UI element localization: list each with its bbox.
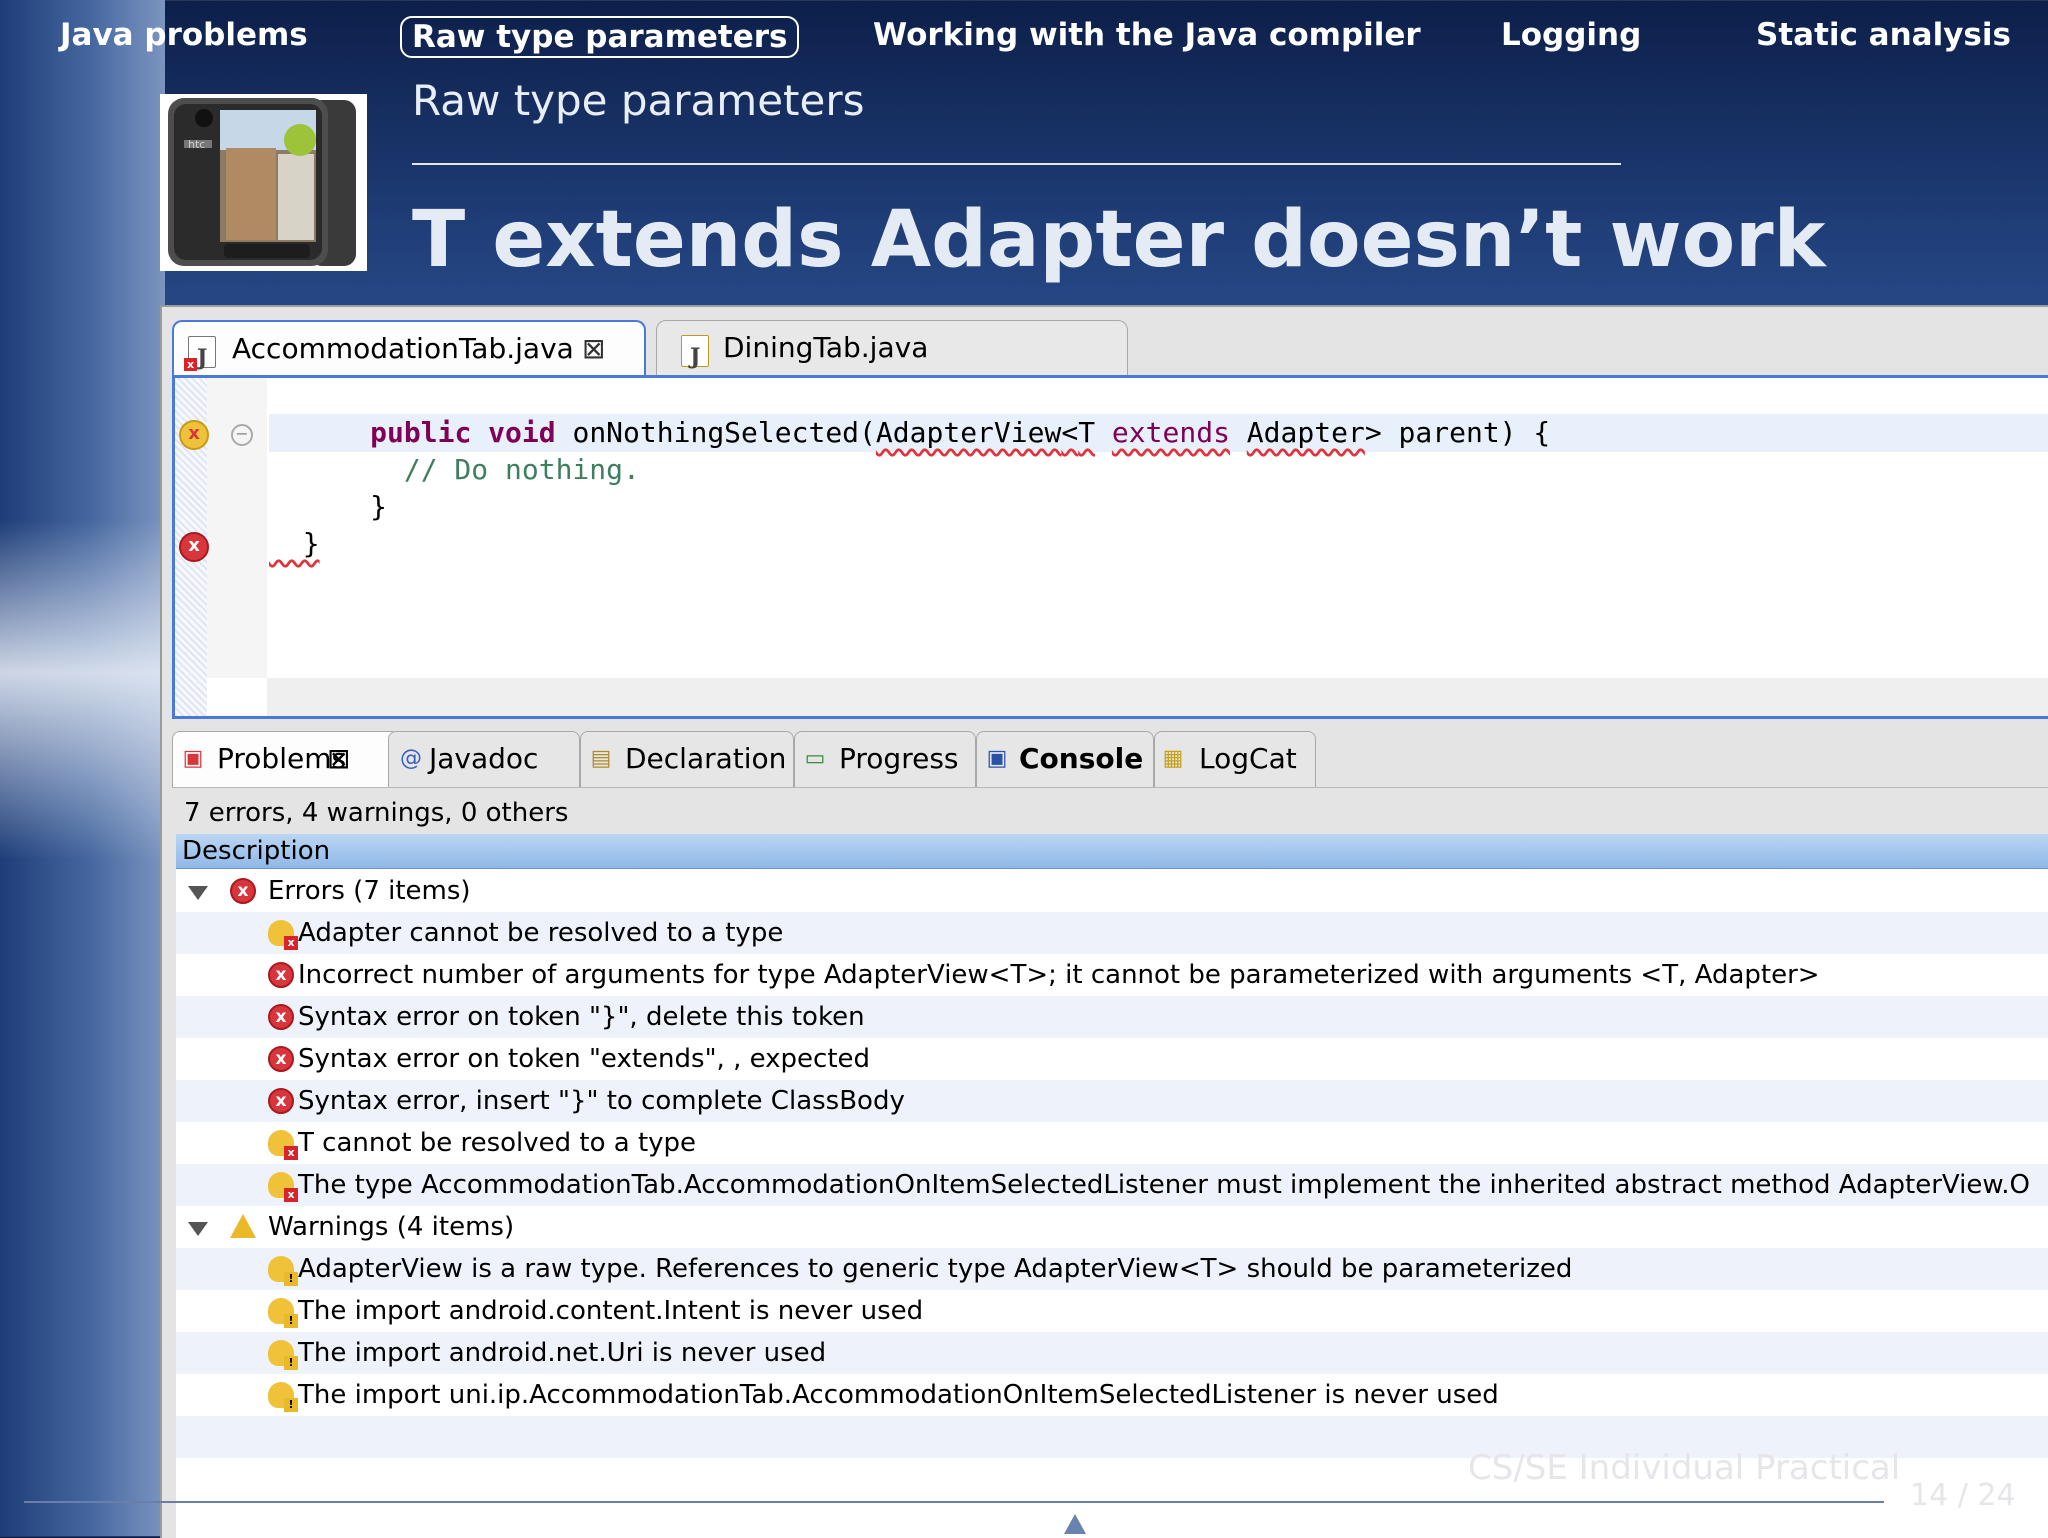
eclipse-ide: x AccommodationTab.java ⊠ DiningTab.java… (160, 305, 2048, 1538)
logcat-icon: ▦ (1162, 746, 1184, 771)
footer-line (24, 1501, 1884, 1503)
nav-raw-type-parameters[interactable]: Raw type parameters (400, 16, 800, 58)
error-icon: x (268, 1046, 294, 1072)
nav-java-compiler[interactable]: Working with the Java compiler (873, 12, 1421, 58)
bulb-warning-icon (268, 1382, 298, 1412)
problems-summary: 7 errors, 4 warnings, 0 others (184, 798, 569, 828)
header-rule (412, 163, 1621, 165)
tree-group-warnings[interactable]: Warnings (4 items) (176, 1206, 2048, 1248)
problems-table: Description x Errors (7 items) Adapter c… (176, 834, 2048, 1538)
line-gutter (207, 378, 267, 678)
tab-diningtab-java[interactable]: DiningTab.java (656, 320, 1128, 384)
close-tab-icon[interactable]: ⊠ (582, 322, 605, 376)
close-problems-icon[interactable]: ⊠ (327, 732, 350, 786)
list-item[interactable]: x Syntax error, insert "}" to complete C… (176, 1080, 2048, 1122)
bulb-error-icon (268, 1130, 298, 1160)
bulb-warning-icon (268, 1256, 298, 1286)
code-line-2: // Do nothing. (269, 453, 640, 486)
page-number: 14 / 24 (1910, 1478, 2016, 1513)
nav-logging[interactable]: Logging (1501, 12, 1641, 58)
expand-triangle-icon[interactable] (188, 1222, 208, 1236)
horizontal-scrollbar[interactable] (267, 678, 2048, 716)
bulb-warning-icon (268, 1298, 298, 1328)
left-gradient-bar (0, 0, 165, 1536)
section-navigation: Java problems Raw type parameters Workin… (0, 0, 2048, 72)
tab-declaration[interactable]: ▤ Declaration (580, 731, 794, 787)
code-editor[interactable]: x − x public void onNothingSelected(Adap… (172, 375, 2048, 719)
bulb-warning-icon (268, 1340, 298, 1370)
bulb-error-icon (268, 920, 298, 950)
slide-title: T extends Adapter doesn’t work (412, 195, 1826, 285)
code-line-4: } (269, 527, 320, 560)
error-icon: x (268, 1088, 294, 1114)
tab-problems[interactable]: ▣ Problems ⊠ (172, 731, 399, 787)
phone-logo-text: htc (188, 138, 206, 151)
error-marker-icon[interactable]: x (179, 532, 209, 562)
list-item[interactable]: x Incorrect number of arguments for type… (176, 954, 2048, 996)
expand-triangle-icon[interactable] (188, 886, 208, 900)
java-file-error-icon: x (184, 331, 216, 385)
console-icon: ▣ (986, 746, 1008, 771)
editor-tab-bar: x AccommodationTab.java ⊠ DiningTab.java (172, 315, 2048, 385)
nav-up-icon[interactable] (1064, 1514, 1086, 1534)
tab-javadoc[interactable]: @ Javadoc (388, 731, 580, 787)
list-item[interactable]: AdapterView is a raw type. References to… (176, 1248, 2048, 1290)
error-icon: x (268, 1004, 294, 1030)
list-item[interactable]: The type AccommodationTab.AccommodationO… (176, 1164, 2048, 1206)
at-icon: @ (400, 746, 422, 771)
tab-progress[interactable]: ▭ Progress (794, 731, 976, 787)
progress-icon: ▭ (804, 746, 826, 771)
nav-static-analysis[interactable]: Static analysis (1756, 12, 2011, 58)
footer-course: CS/SE Individual Practical (1468, 1448, 1901, 1488)
section-subtitle: Raw type parameters (412, 76, 865, 125)
fold-collapse-icon[interactable]: − (231, 424, 253, 446)
declaration-icon: ▤ (590, 746, 612, 771)
list-item[interactable]: T cannot be resolved to a type (176, 1122, 2048, 1164)
error-icon: x (230, 878, 256, 904)
tab-console[interactable]: ▣ Console (976, 731, 1154, 787)
code-line-3: } (269, 490, 388, 523)
tab-accommodationtab-java[interactable]: x AccommodationTab.java ⊠ (172, 320, 646, 385)
list-item[interactable]: The import uni.ip.AccommodationTab.Accom… (176, 1374, 2048, 1416)
warning-icon (230, 1214, 256, 1238)
list-item[interactable]: Adapter cannot be resolved to a type (176, 912, 2048, 954)
tree-group-errors[interactable]: x Errors (7 items) (176, 870, 2048, 912)
nav-java-problems[interactable]: Java problems (60, 12, 308, 58)
column-header-description[interactable]: Description (176, 834, 2048, 869)
list-item[interactable]: The import android.net.Uri is never used (176, 1332, 2048, 1374)
error-icon: x (268, 962, 294, 988)
tab-logcat[interactable]: ▦ LogCat (1154, 731, 1316, 787)
view-tab-bar: ▣ Problems ⊠ @ Javadoc ▤ Declaration ▭ P… (172, 729, 2048, 788)
bulb-error-icon (268, 1172, 298, 1202)
code-line-1: public void onNothingSelected(AdapterVie… (370, 416, 1551, 449)
quickfix-error-icon[interactable]: x (179, 420, 209, 450)
list-item[interactable]: x Syntax error on token "extends", , exp… (176, 1038, 2048, 1080)
java-file-icon (681, 330, 709, 384)
list-item[interactable]: The import android.content.Intent is nev… (176, 1290, 2048, 1332)
problems-icon: ▣ (182, 746, 204, 771)
phone-logo: htc (160, 94, 367, 271)
list-item[interactable]: x Syntax error on token "}", delete this… (176, 996, 2048, 1038)
